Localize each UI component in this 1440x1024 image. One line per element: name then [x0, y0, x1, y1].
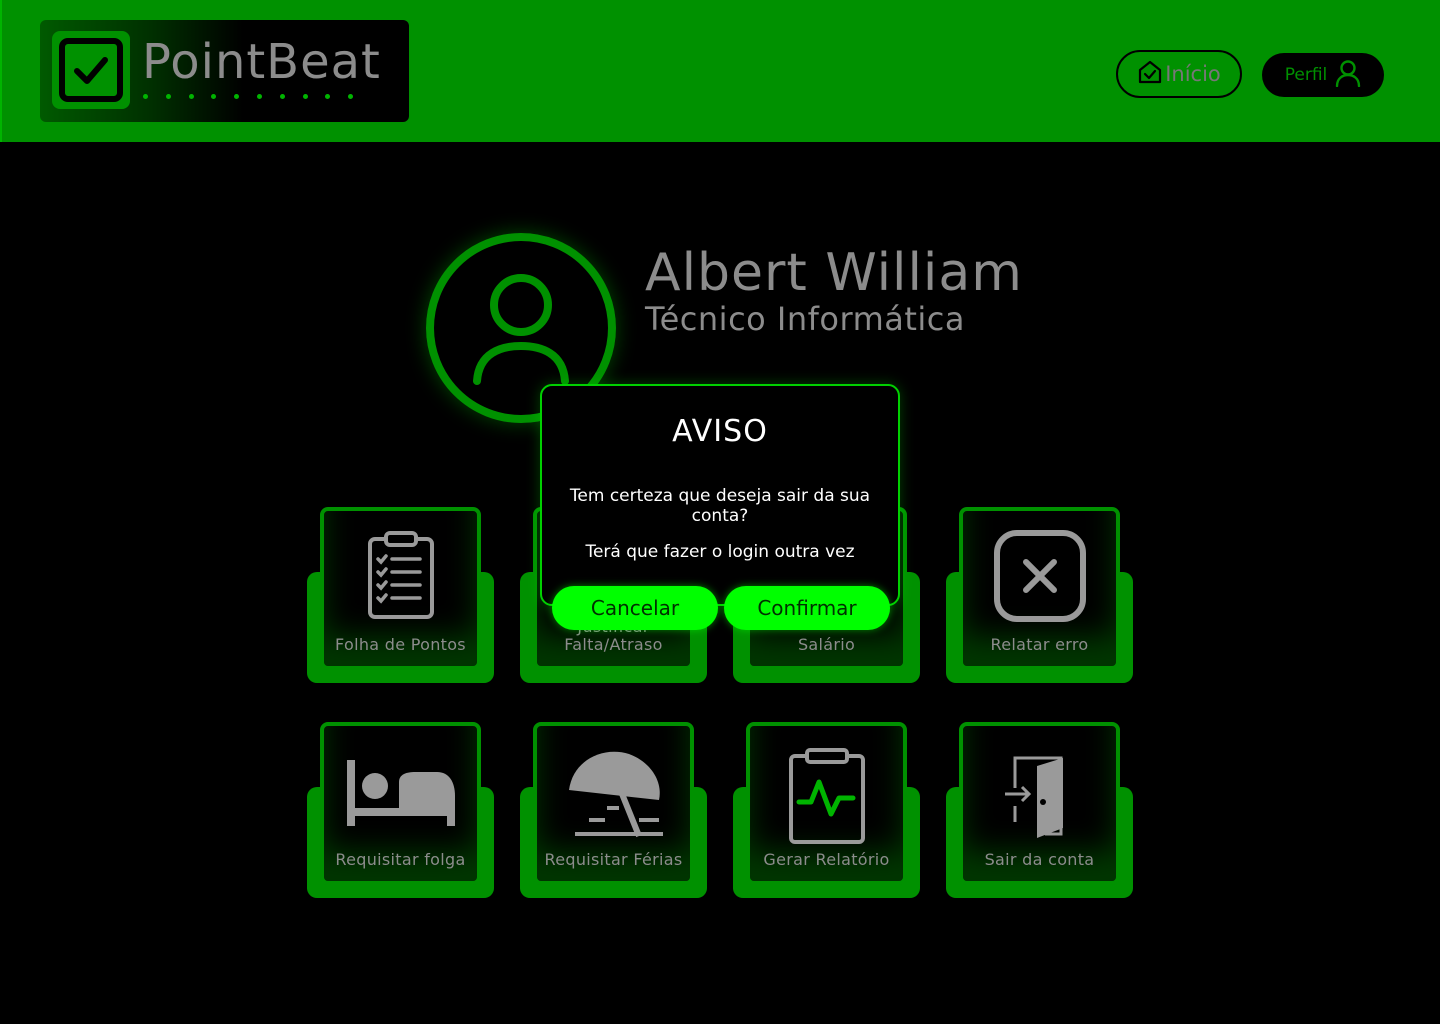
bed-icon — [324, 756, 477, 828]
logo-dots — [143, 94, 354, 99]
checkbox-logo-icon — [52, 31, 130, 109]
confirm-button[interactable]: Confirmar — [724, 586, 890, 630]
clipboard-list-icon — [324, 529, 477, 621]
home-icon — [1137, 59, 1163, 90]
card-gerar-relatorio[interactable]: Gerar Relatório — [733, 722, 920, 898]
card-label: Requisitar Férias — [544, 850, 683, 869]
profile-role: Técnico Informática — [645, 300, 965, 338]
logo-text: PointBeat — [142, 34, 381, 90]
top-header: PointBeat Início Perfil — [0, 0, 1440, 142]
perfil-label: Perfil — [1284, 65, 1328, 85]
profile-name: Albert William — [645, 243, 1023, 303]
inicio-button[interactable]: Início — [1116, 50, 1242, 98]
card-label: Gerar Relatório — [763, 850, 890, 869]
card-label: Folha de Pontos — [335, 635, 466, 654]
logout-confirm-dialog: AVISO Tem certeza que deseja sair da sua… — [540, 384, 900, 606]
card-relatar-erro[interactable]: Relatar erro — [946, 507, 1133, 683]
card-label: Sair da conta — [984, 850, 1095, 869]
user-avatar-icon — [473, 274, 569, 385]
card-label: Requisitar folga — [335, 850, 466, 869]
dialog-title: AVISO — [672, 414, 768, 449]
clipboard-pulse-icon — [750, 748, 903, 844]
card-label: Salário — [797, 635, 856, 654]
inicio-label: Início — [1165, 62, 1221, 86]
user-icon — [1335, 59, 1361, 92]
perfil-button[interactable]: Perfil — [1262, 53, 1384, 97]
cancel-button[interactable]: Cancelar — [552, 586, 718, 630]
door-exit-icon — [963, 754, 1116, 840]
card-sair-da-conta[interactable]: Sair da conta — [946, 722, 1133, 898]
card-label: Relatar erro — [990, 635, 1089, 654]
card-folha-de-pontos[interactable]: Folha de Pontos — [307, 507, 494, 683]
dialog-message-secondary: Terá que fazer o login outra vez — [585, 542, 855, 562]
close-box-icon — [963, 529, 1116, 623]
card-requisitar-folga[interactable]: Requisitar folga — [307, 722, 494, 898]
app-logo[interactable]: PointBeat — [40, 20, 409, 122]
card-requisitar-ferias[interactable]: Requisitar Férias — [520, 722, 707, 898]
beach-umbrella-icon — [537, 746, 690, 838]
dialog-message: Tem certeza que deseja sair da sua conta… — [569, 486, 871, 526]
